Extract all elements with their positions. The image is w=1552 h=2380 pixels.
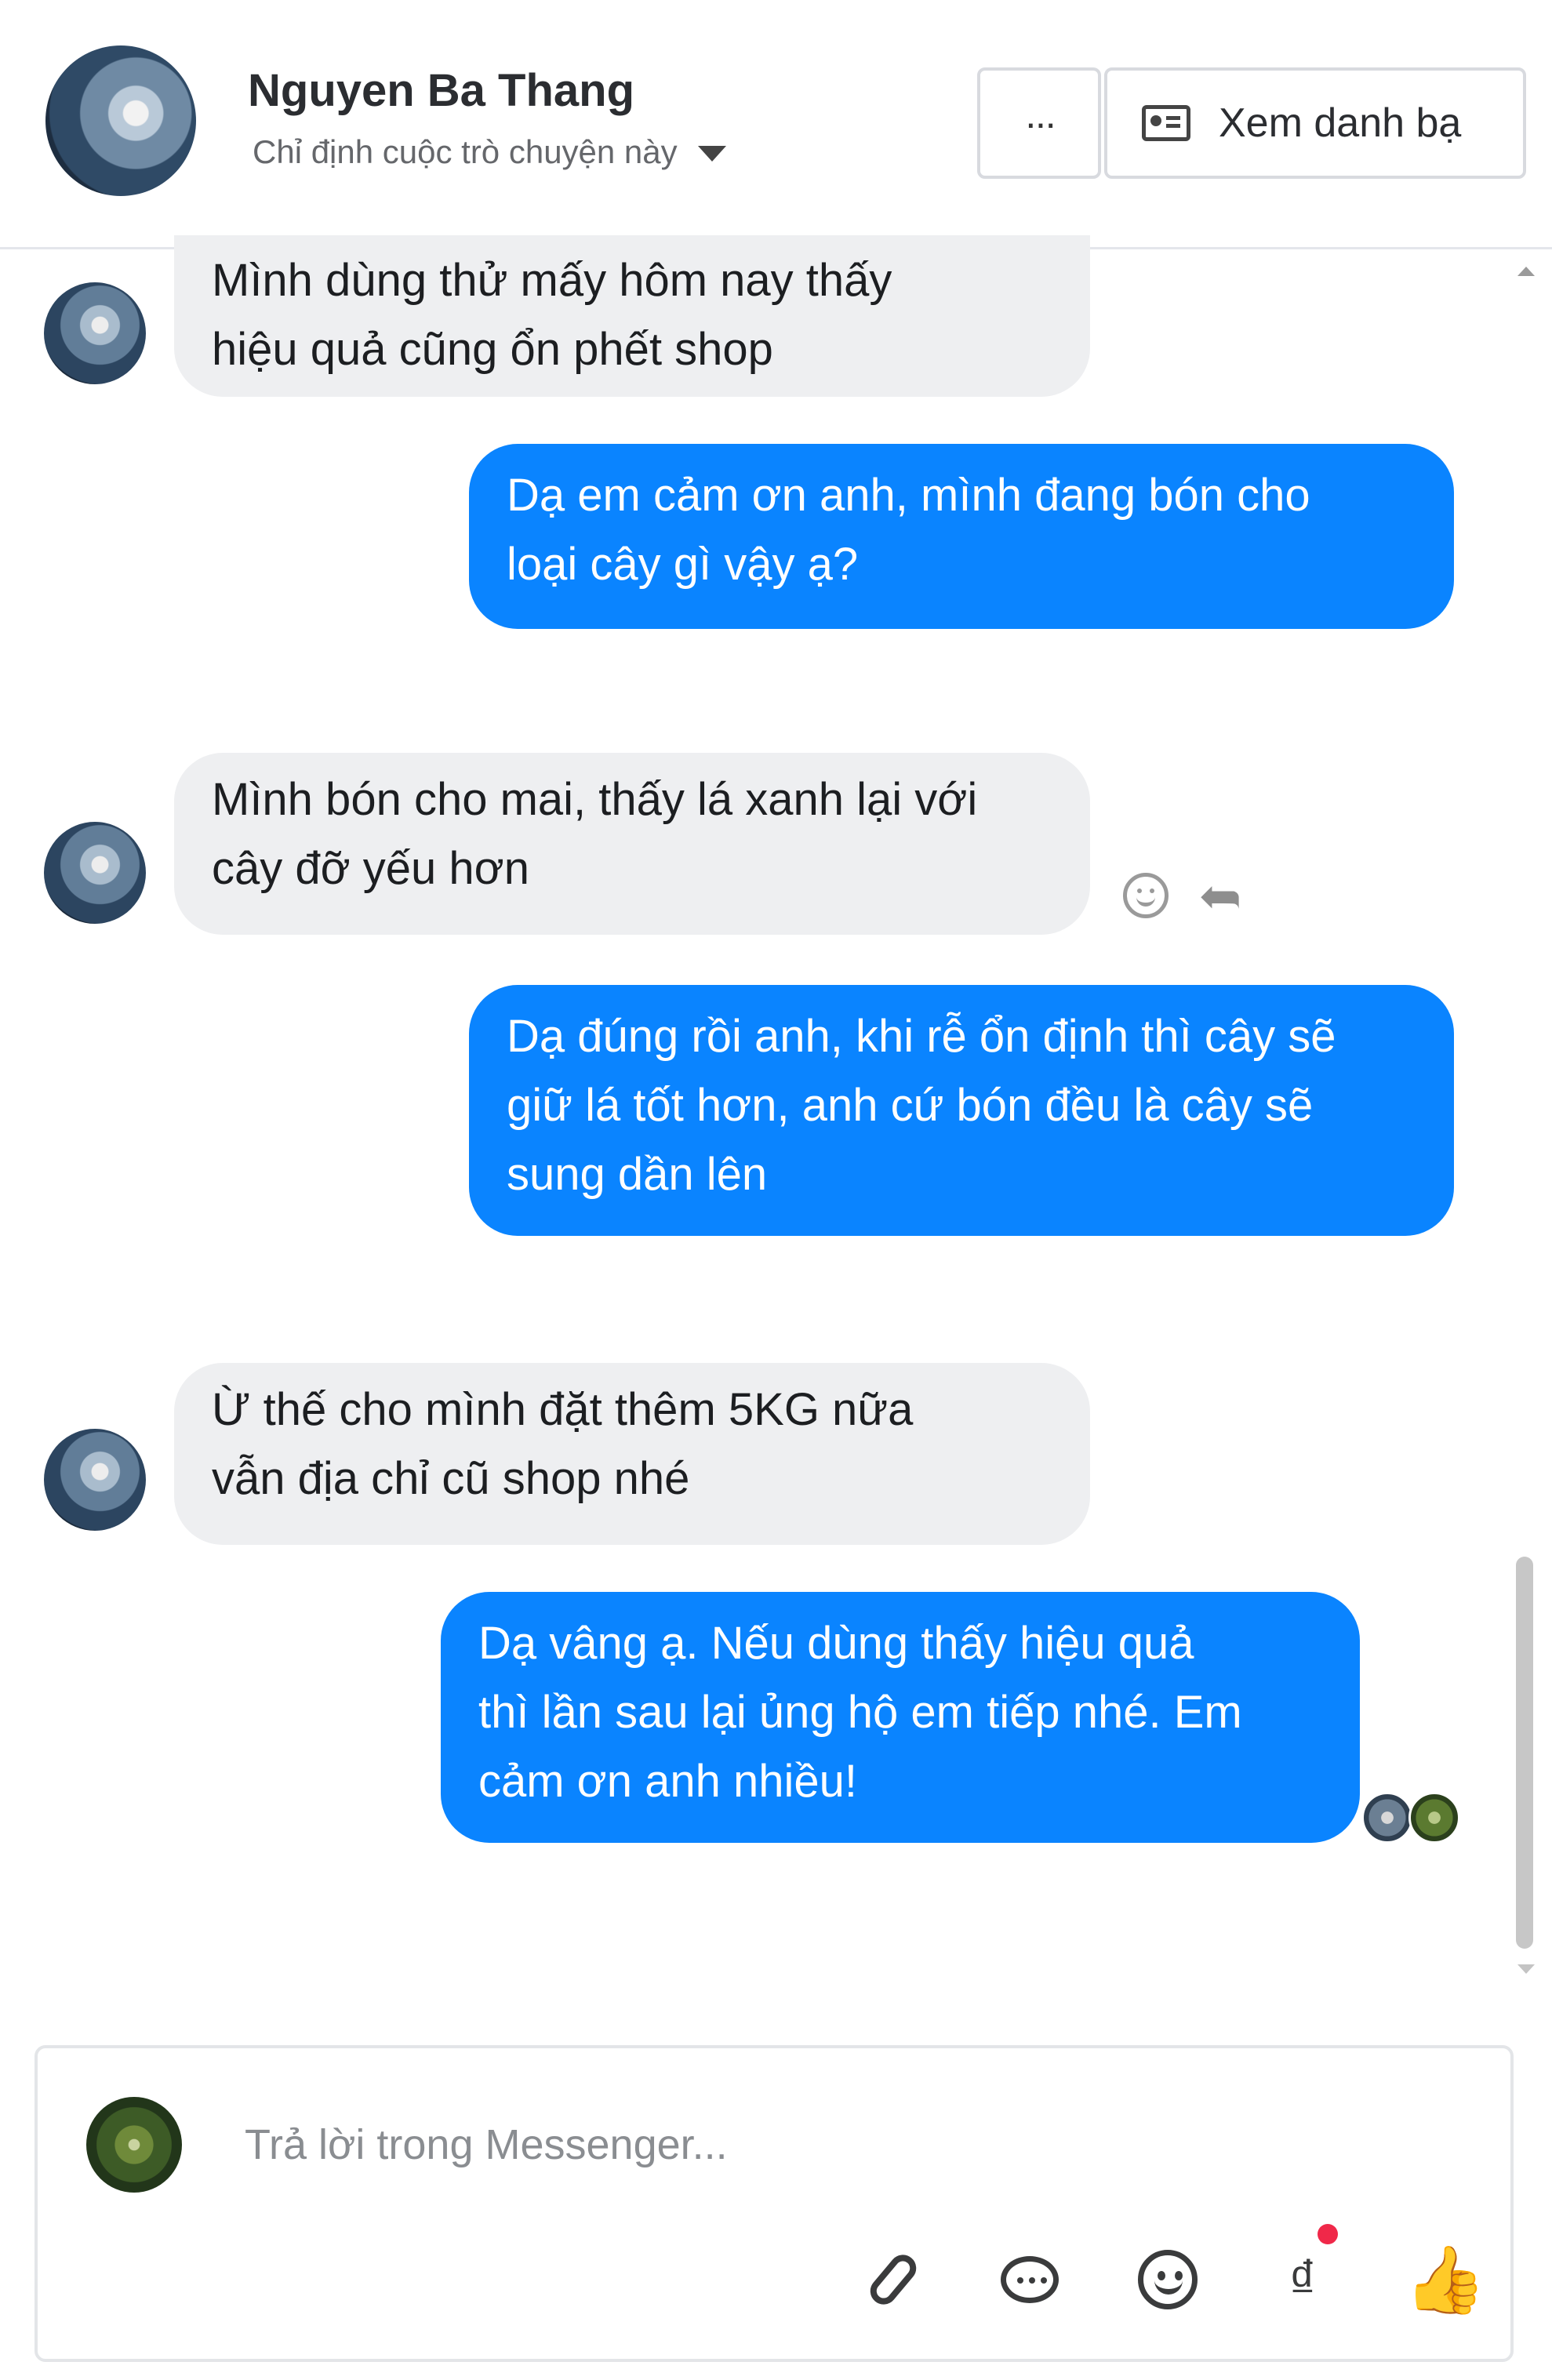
view-contacts-label: Xem danh bạ — [1219, 100, 1462, 146]
scrollbar-thumb[interactable] — [1516, 1557, 1533, 1949]
caret-down-icon — [697, 146, 726, 162]
seen-by-avatar — [1408, 1792, 1460, 1844]
dong-currency-icon: ₫ — [1288, 2249, 1317, 2310]
seen-by-avatar — [1361, 1792, 1413, 1844]
message-actions: ➦ — [1123, 867, 1241, 925]
assign-conversation-dropdown[interactable]: Chỉ định cuộc trò chuyện này — [253, 133, 726, 171]
scroll-up-icon[interactable] — [1517, 267, 1535, 276]
more-options-button[interactable]: ··· — [977, 67, 1101, 179]
contact-avatar[interactable] — [45, 45, 196, 196]
incoming-message[interactable]: Mình bón cho mai, thấy lá xanh lại với c… — [174, 753, 1090, 935]
sender-avatar — [44, 822, 146, 924]
outgoing-message[interactable]: Dạ đúng rồi anh, khi rễ ổn định thì cây … — [469, 985, 1454, 1236]
sender-avatar — [44, 1429, 146, 1531]
payment-button[interactable]: ₫ — [1267, 2244, 1338, 2315]
reply-input[interactable] — [243, 2111, 1187, 2178]
scroll-down-icon[interactable] — [1517, 1964, 1535, 1974]
chat-bubble-icon — [1001, 2256, 1059, 2303]
like-button[interactable]: 👍 — [1405, 2244, 1487, 2315]
paperclip-icon — [864, 2249, 922, 2310]
conversation-header: Nguyen Ba Thang Chỉ định cuộc trò chuyện… — [0, 0, 1552, 249]
incoming-message[interactable]: Mình dùng thử mấy hôm nay thấy hiệu quả … — [174, 235, 1090, 397]
thumbs-up-icon: 👍 — [1404, 2243, 1487, 2316]
saved-replies-button[interactable] — [994, 2244, 1065, 2315]
page-avatar — [86, 2097, 182, 2193]
notification-dot — [1318, 2224, 1338, 2244]
contact-card-icon — [1142, 105, 1190, 141]
view-contacts-button[interactable]: Xem danh bạ — [1104, 67, 1526, 179]
contact-name[interactable]: Nguyen Ba Thang — [248, 64, 634, 117]
assign-conversation-label: Chỉ định cuộc trò chuyện này — [253, 133, 678, 170]
reply-composer: ₫ 👍 — [35, 2045, 1514, 2362]
emoji-icon — [1138, 2250, 1198, 2309]
smiley-icon[interactable] — [1123, 873, 1169, 918]
attach-button[interactable] — [858, 2244, 929, 2315]
emoji-button[interactable] — [1132, 2244, 1203, 2315]
reply-arrow-icon[interactable]: ➦ — [1198, 867, 1241, 925]
outgoing-message[interactable]: Dạ vâng ạ. Nếu dùng thấy hiệu quả thì lầ… — [441, 1592, 1360, 1843]
incoming-message[interactable]: Ừ thế cho mình đặt thêm 5KG nữa vẫn địa … — [174, 1363, 1090, 1545]
sender-avatar — [44, 282, 146, 384]
outgoing-message[interactable]: Dạ em cảm ơn anh, mình đang bón cho loại… — [469, 444, 1454, 629]
